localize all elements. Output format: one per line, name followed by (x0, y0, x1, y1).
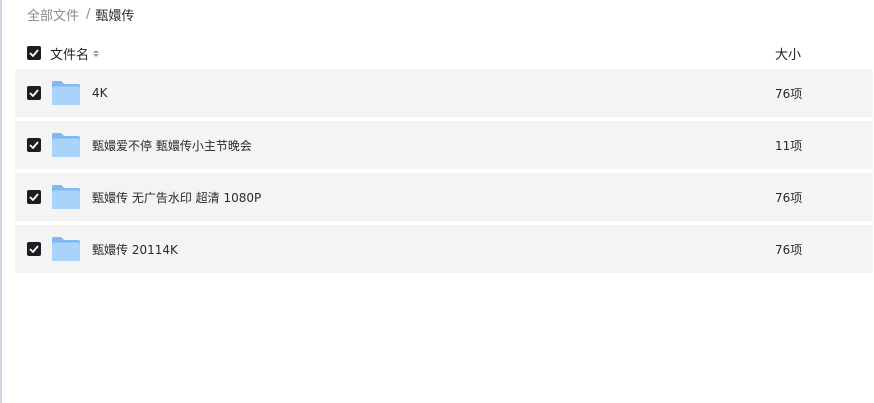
file-row[interactable]: 甄嬛传 20114K 76项 (15, 225, 873, 273)
file-row[interactable]: 4K 76项 (15, 69, 873, 117)
file-name[interactable]: 4K (92, 86, 108, 100)
folder-icon (52, 237, 80, 261)
check-icon (29, 89, 39, 97)
check-icon (29, 193, 39, 201)
file-row[interactable]: 甄嬛爱不停 甄嬛传小主节晚会 11项 (15, 121, 873, 169)
column-header-name[interactable]: 文件名 (50, 44, 89, 63)
file-size: 76项 (775, 242, 803, 257)
check-icon (29, 49, 39, 57)
row-checkbox[interactable] (27, 138, 41, 152)
file-size: 76项 (775, 190, 803, 205)
row-checkbox[interactable] (27, 86, 41, 100)
file-name[interactable]: 甄嬛传 无广告水印 超清 1080P (92, 189, 261, 206)
select-all-checkbox[interactable] (27, 46, 41, 60)
file-size: 11项 (775, 138, 803, 153)
check-icon (29, 141, 39, 149)
file-size: 76项 (775, 86, 803, 101)
file-row[interactable]: 甄嬛传 无广告水印 超清 1080P 76项 (15, 173, 873, 221)
folder-icon (52, 133, 80, 157)
table-header: 文件名 大小 (15, 40, 873, 66)
folder-icon (52, 185, 80, 209)
breadcrumb: 全部文件 / 甄嬛传 (27, 4, 134, 24)
column-header-size[interactable]: 大小 (775, 44, 801, 63)
breadcrumb-root-link[interactable]: 全部文件 (27, 5, 79, 24)
file-name[interactable]: 甄嬛传 20114K (92, 241, 178, 258)
folder-icon (52, 81, 80, 105)
file-list: 4K 76项 甄嬛爱不停 甄嬛传小主节晚会 11项 甄嬛传 无广告水印 超清 1… (15, 69, 873, 277)
row-checkbox[interactable] (27, 190, 41, 204)
breadcrumb-current: 甄嬛传 (95, 8, 135, 24)
row-checkbox[interactable] (27, 242, 41, 256)
check-icon (29, 245, 39, 253)
breadcrumb-separator: / (86, 6, 91, 22)
sort-icon[interactable] (93, 49, 100, 57)
file-browser: 全部文件 / 甄嬛传 文件名 大小 4K 76项 甄嬛爱不停 甄嬛传小主节晚会 … (0, 0, 874, 403)
file-name[interactable]: 甄嬛爱不停 甄嬛传小主节晚会 (92, 137, 252, 154)
